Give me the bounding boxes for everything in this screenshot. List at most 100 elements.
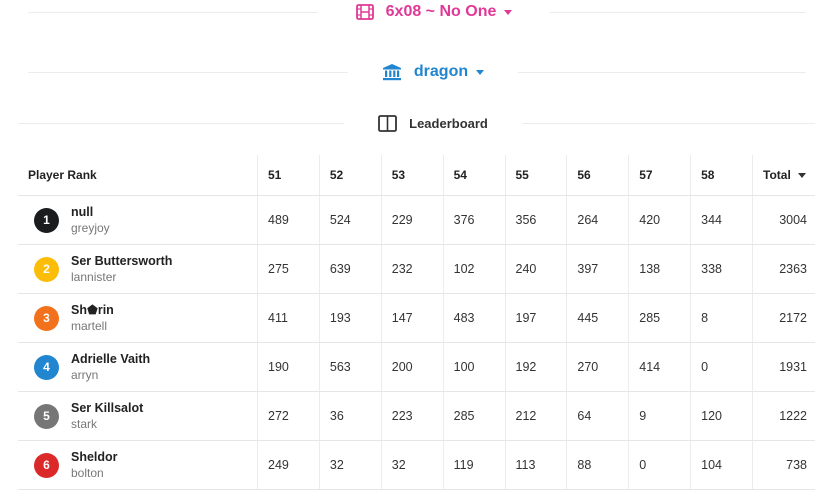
player-info: 6 Sheldor bolton <box>34 450 257 481</box>
player-house: martell <box>71 318 108 333</box>
score-cell: 104 <box>690 440 753 490</box>
score-cell: 119 <box>442 440 505 490</box>
sort-descending-icon <box>797 173 806 179</box>
player-cell: 5 Ser Killsalot stark <box>18 391 258 441</box>
score-cell: 88 <box>566 440 629 490</box>
column-header-57[interactable]: 57 <box>628 155 691 196</box>
player-name: Ser Killsalot <box>71 400 144 415</box>
score-cell: 102 <box>442 244 505 294</box>
score-cell: 344 <box>690 195 753 245</box>
score-cell: 64 <box>566 391 629 441</box>
player-cell: 3 Sh⬟rin martell <box>18 293 258 343</box>
table-row[interactable]: 1 null greyjoy 489 524 229 376 356 264 420 344 3… <box>18 195 815 245</box>
score-cell: 249 <box>257 440 320 490</box>
player-name: Ser Buttersworth <box>71 253 173 268</box>
board-selector-label: Leaderboard <box>409 115 488 131</box>
score-cell: 138 <box>628 244 691 294</box>
score-cell: 272 <box>257 391 320 441</box>
house-selector-label: dragon <box>413 63 469 80</box>
board-selector[interactable]: Leaderboard <box>344 108 522 138</box>
score-cell: 0 <box>690 342 753 392</box>
column-header-55[interactable]: 55 <box>504 155 567 196</box>
table-row[interactable]: 6 Sheldor bolton 249 32 32 119 113 88 0 104 738 <box>18 440 815 490</box>
score-cell: 445 <box>566 293 629 343</box>
player-info: 4 Adrielle Vaith arryn <box>34 352 257 383</box>
house-selector[interactable]: dragon <box>348 57 518 87</box>
player-house: greyjoy <box>71 220 110 235</box>
column-header-54[interactable]: 54 <box>442 155 505 196</box>
columns-icon <box>378 114 398 132</box>
total-cell: 1931 <box>752 342 815 392</box>
total-cell: 3004 <box>752 195 815 245</box>
score-cell: 376 <box>442 195 505 245</box>
score-cell: 639 <box>318 244 382 294</box>
table-row[interactable]: 2 Ser Buttersworth lannister 275 639 232 10… <box>18 244 815 294</box>
score-cell: 285 <box>628 293 691 343</box>
chevron-down-icon <box>504 9 513 15</box>
player-cell: 4 Adrielle Vaith arryn <box>18 342 258 392</box>
player-name: Sh⬟rin <box>71 302 114 317</box>
player-info: 1 null greyjoy <box>34 205 257 236</box>
column-header-56[interactable]: 56 <box>566 155 629 196</box>
score-cell: 8 <box>690 293 753 343</box>
rank-badge: 2 <box>34 256 59 282</box>
bank-icon <box>382 64 401 81</box>
player-cell: 1 null greyjoy <box>18 195 258 245</box>
score-cell: 285 <box>442 391 505 441</box>
film-icon <box>355 4 374 20</box>
player-info: 3 Sh⬟rin martell <box>34 303 257 334</box>
player-cell: 2 Ser Buttersworth lannister <box>18 244 258 294</box>
table-row[interactable]: 5 Ser Killsalot stark 272 36 223 285 212 64 9 1… <box>18 391 815 441</box>
score-cell: 356 <box>504 195 567 245</box>
rank-badge: 1 <box>34 207 59 233</box>
column-header-58[interactable]: 58 <box>690 155 753 196</box>
score-cell: 9 <box>628 391 691 441</box>
score-cell: 338 <box>690 244 753 294</box>
score-cell: 223 <box>380 391 444 441</box>
score-cell: 275 <box>257 244 320 294</box>
score-cell: 113 <box>504 440 567 490</box>
score-cell: 190 <box>257 342 320 392</box>
player-name: Adrielle Vaith <box>71 351 151 366</box>
column-header-53[interactable]: 53 <box>380 155 444 196</box>
player-text: Sheldor bolton <box>71 450 118 481</box>
leaderboard-table: Player Rank 51 52 53 54 55 56 57 58 Tota… <box>18 155 815 490</box>
column-header-51[interactable]: 51 <box>257 155 320 196</box>
table-row[interactable]: 3 Sh⬟rin martell 411 193 147 483 197 445 285 8 2… <box>18 293 815 343</box>
rank-badge: 5 <box>34 403 59 429</box>
column-header-total[interactable]: Total <box>752 155 815 196</box>
table-header-row: Player Rank 51 52 53 54 55 56 57 58 Tota… <box>18 155 815 196</box>
score-cell: 32 <box>380 440 444 490</box>
score-cell: 197 <box>504 293 567 343</box>
total-cell: 2363 <box>752 244 815 294</box>
player-house: lannister <box>71 269 117 284</box>
player-house: arryn <box>71 367 99 382</box>
score-cell: 36 <box>318 391 382 441</box>
total-cell: 738 <box>752 440 815 490</box>
player-text: Ser Buttersworth lannister <box>71 254 172 285</box>
score-cell: 147 <box>380 293 444 343</box>
score-cell: 192 <box>504 342 567 392</box>
player-text: Sh⬟rin martell <box>71 303 114 334</box>
total-cell: 1222 <box>752 391 815 441</box>
score-cell: 483 <box>442 293 505 343</box>
player-text: Ser Killsalot stark <box>71 401 143 432</box>
score-cell: 270 <box>566 342 629 392</box>
table-row[interactable]: 4 Adrielle Vaith arryn 190 563 200 100 192 27… <box>18 342 815 392</box>
player-info: 2 Ser Buttersworth lannister <box>34 254 257 285</box>
player-text: null greyjoy <box>71 205 110 236</box>
board-selector-row: Leaderboard <box>0 108 839 138</box>
player-cell: 6 Sheldor bolton <box>18 440 258 490</box>
player-name: null <box>71 204 94 219</box>
column-header-52[interactable]: 52 <box>318 155 382 196</box>
column-header-player-rank[interactable]: Player Rank <box>18 155 258 196</box>
score-cell: 232 <box>380 244 444 294</box>
score-cell: 100 <box>442 342 505 392</box>
episode-selector[interactable]: 6x08 ~ No One <box>318 0 550 27</box>
score-cell: 524 <box>318 195 382 245</box>
score-cell: 240 <box>504 244 567 294</box>
player-text: Adrielle Vaith arryn <box>71 352 150 383</box>
rank-badge: 6 <box>34 452 59 478</box>
rank-badge: 4 <box>34 354 59 380</box>
score-cell: 420 <box>628 195 691 245</box>
